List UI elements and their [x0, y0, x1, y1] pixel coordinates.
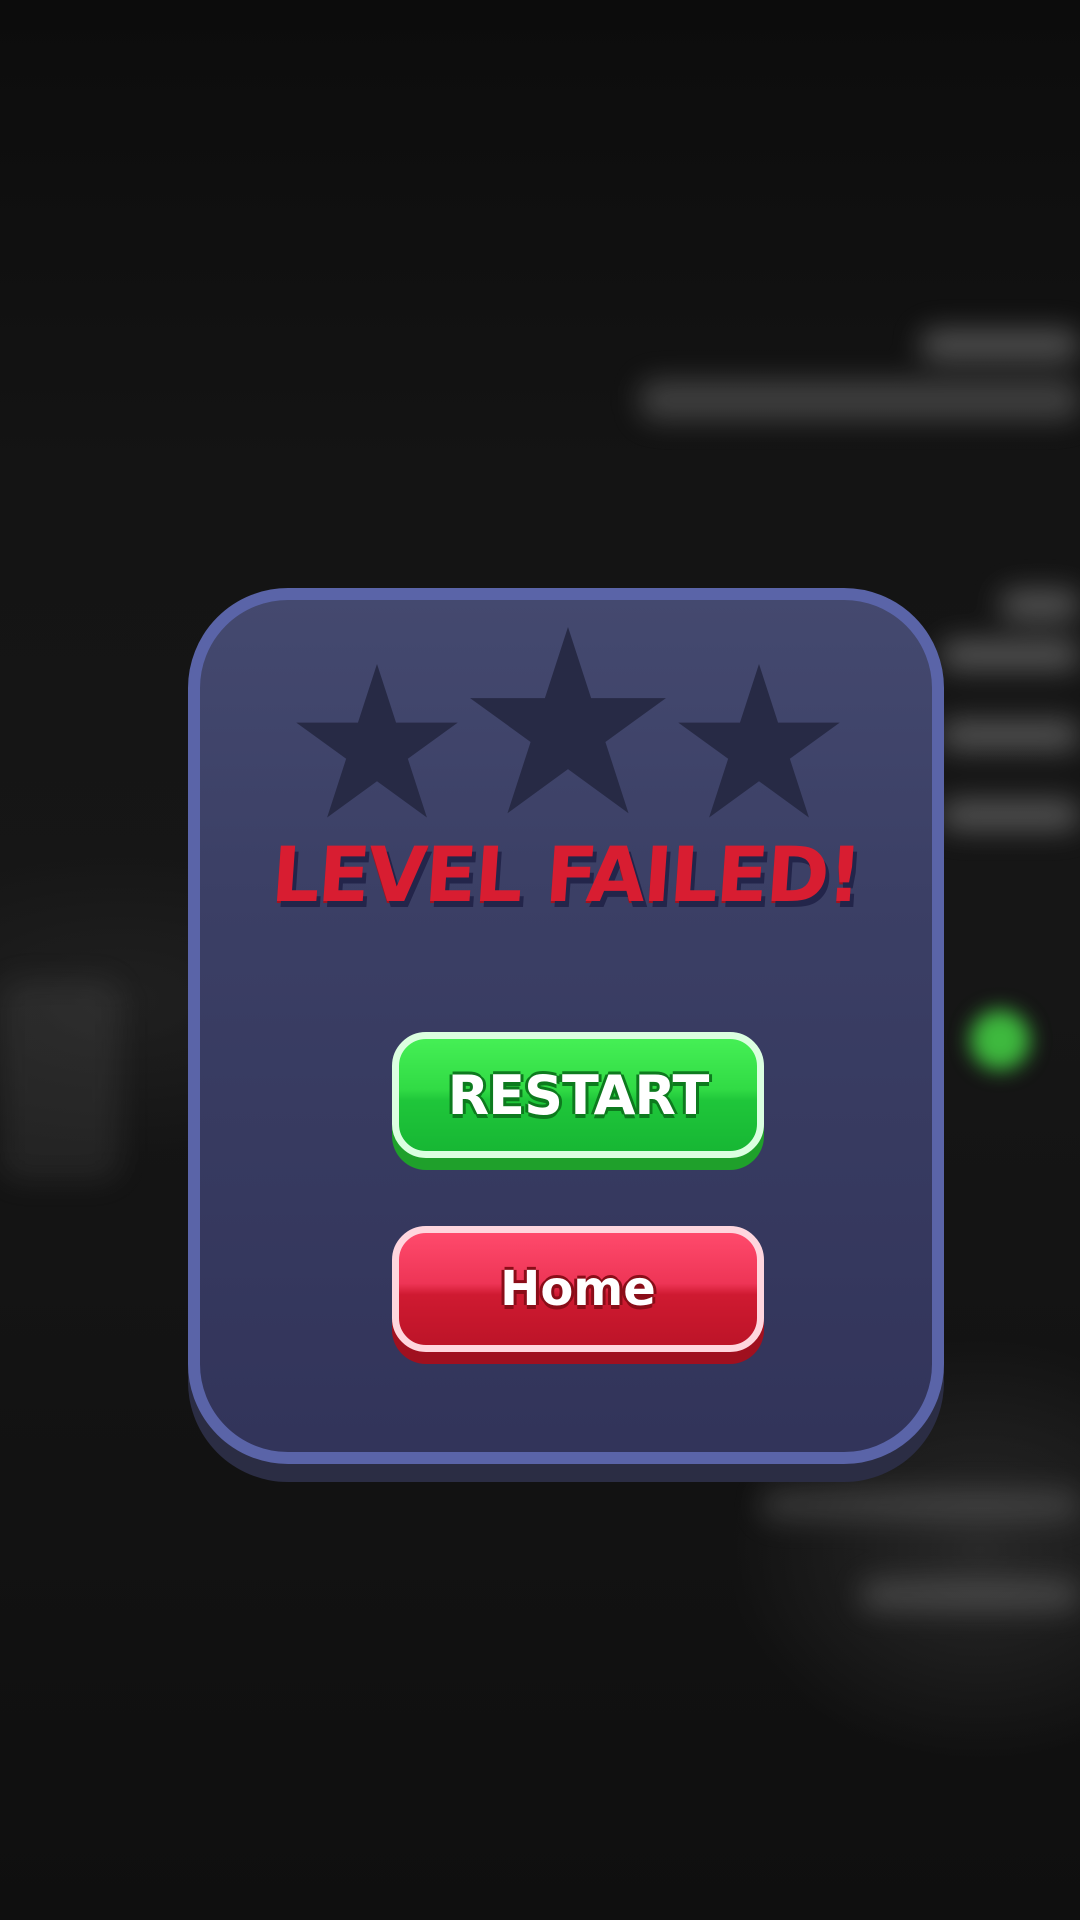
restart-button-label: RESTART	[447, 1063, 710, 1127]
star-empty-icon	[296, 664, 458, 818]
background-green-light	[970, 1010, 1030, 1070]
home-button[interactable]: Home	[392, 1226, 764, 1352]
star-rating	[200, 600, 932, 820]
home-button-label: Home	[500, 1261, 656, 1317]
level-failed-title: LEVEL FAILED!	[268, 830, 864, 919]
restart-button[interactable]: RESTART	[392, 1032, 764, 1158]
level-failed-dialog: LEVEL FAILED! RESTART Home	[188, 588, 944, 1464]
star-empty-icon	[678, 664, 840, 818]
game-screen: LEVEL FAILED! RESTART Home	[0, 0, 1080, 1920]
star-empty-icon	[470, 627, 666, 814]
